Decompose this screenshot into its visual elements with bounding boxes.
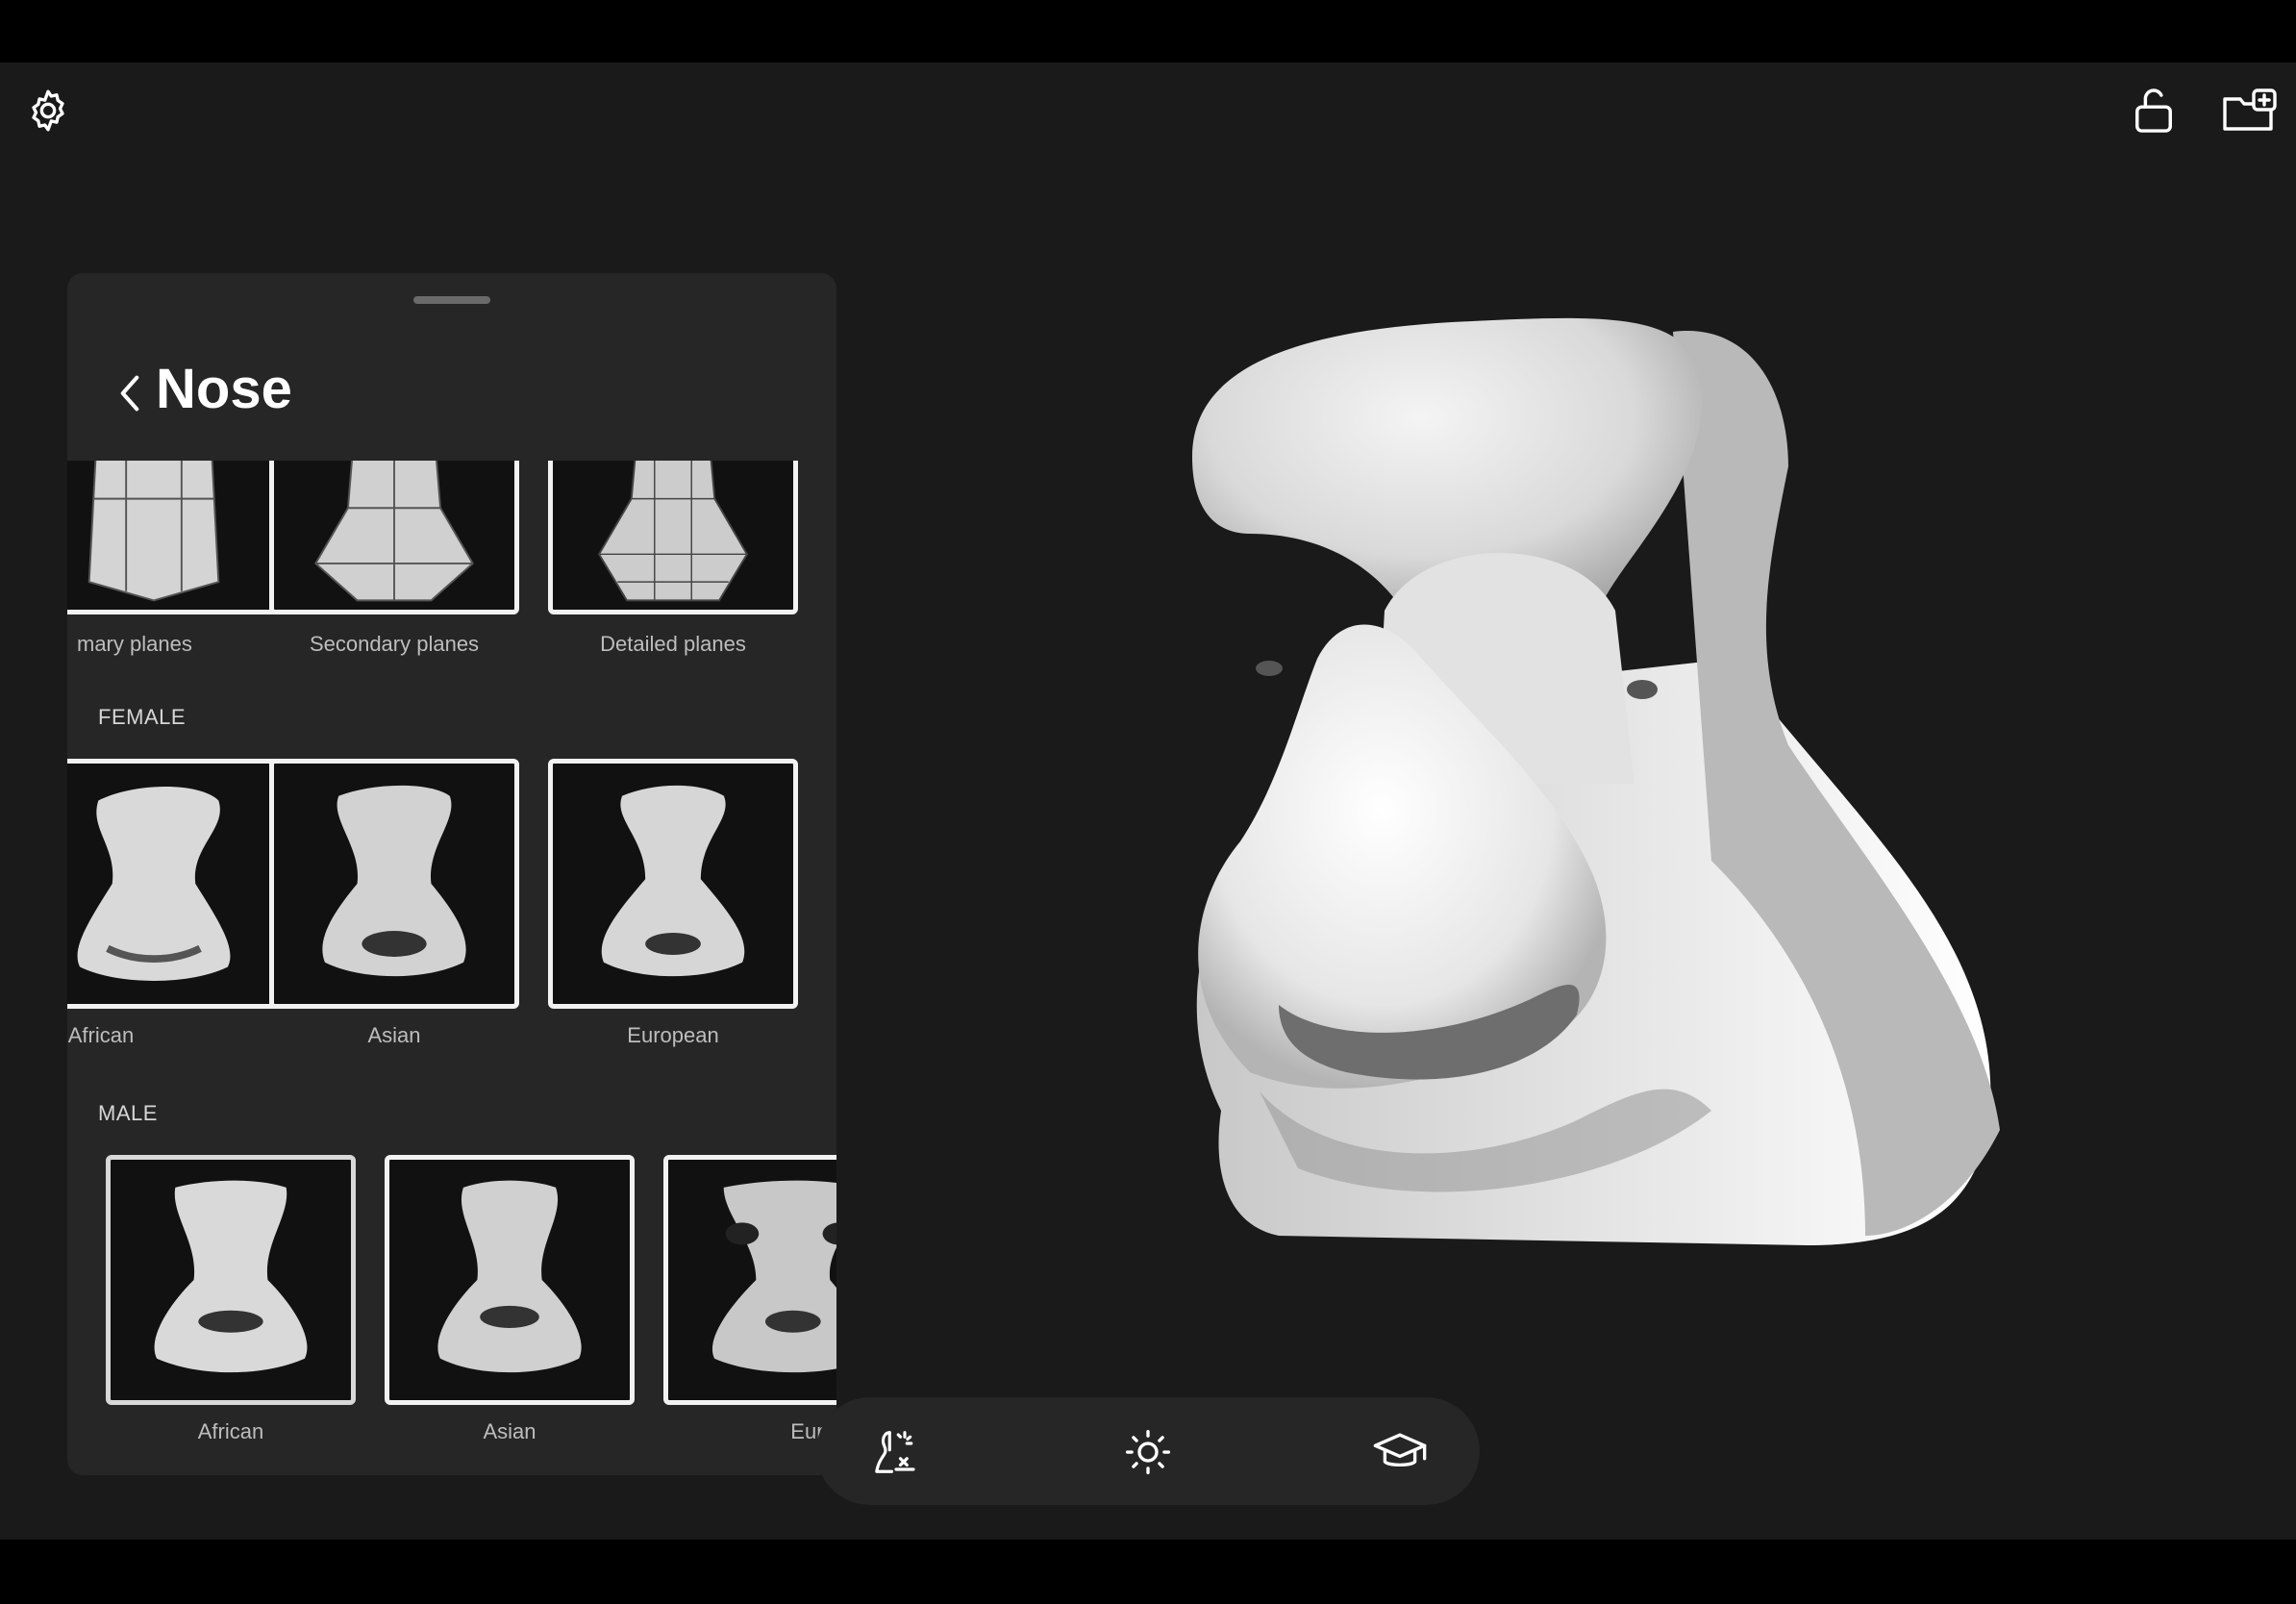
nose-thumbnail xyxy=(385,1155,635,1405)
panel-grabber-handle[interactable] xyxy=(413,296,490,304)
panel-title: Nose xyxy=(156,358,292,420)
model-adjust-icon xyxy=(875,1431,915,1473)
male-card-asian[interactable]: Asian xyxy=(385,1155,635,1443)
nose-model xyxy=(1192,317,2000,1245)
section-label-male: MALE xyxy=(98,1101,158,1125)
plane-caption: Detailed planes xyxy=(600,632,746,656)
nose-caption: Asian xyxy=(483,1419,537,1443)
model-adjust-button[interactable] xyxy=(862,1418,930,1486)
chevron-left-icon xyxy=(120,375,139,412)
gear-icon xyxy=(32,89,64,132)
nose-thumbnail xyxy=(106,1155,356,1405)
lock-button[interactable] xyxy=(2125,77,2183,144)
status-bar-top xyxy=(0,0,2296,63)
settings-button[interactable] xyxy=(19,82,77,139)
panel-header: Nose xyxy=(67,273,836,461)
status-bar-bottom xyxy=(0,1540,2296,1604)
nose-thumbnail xyxy=(663,1155,836,1405)
app-stage: Nose mary planes Secondary planes Detail… xyxy=(0,63,2296,1540)
nose-thumbnail xyxy=(269,759,519,1009)
nose-thumbnail xyxy=(548,759,798,1009)
nose-caption: European xyxy=(627,1023,719,1047)
female-card-african[interactable]: African xyxy=(67,759,279,1047)
plane-thumbnail xyxy=(548,461,798,614)
section-label-female: FEMALE xyxy=(98,705,187,729)
panel-scroll-area[interactable]: mary planes Secondary planes Detailed pl… xyxy=(67,461,836,1475)
unlock-icon xyxy=(2135,88,2172,133)
model-viewport[interactable] xyxy=(1135,245,2058,1370)
plane-caption: Secondary planes xyxy=(309,632,480,656)
female-card-european[interactable]: European xyxy=(548,759,798,1047)
nose-caption: Asian xyxy=(367,1023,421,1047)
nose-panel: Nose mary planes Secondary planes Detail… xyxy=(67,273,836,1475)
graduation-cap-icon xyxy=(1373,1433,1427,1467)
light-button[interactable] xyxy=(1114,1418,1182,1486)
plane-card-detailed[interactable]: Detailed planes xyxy=(548,461,798,656)
male-card-european[interactable]: European xyxy=(663,1155,836,1443)
female-card-asian[interactable]: Asian xyxy=(269,759,519,1047)
plane-card-primary[interactable]: mary planes xyxy=(67,461,279,656)
light-icon xyxy=(1125,1429,1171,1475)
back-button[interactable] xyxy=(106,364,154,422)
male-card-african[interactable]: African xyxy=(106,1155,356,1443)
plane-thumbnail xyxy=(67,461,279,614)
nose-thumbnail xyxy=(67,759,279,1009)
plane-thumbnail xyxy=(269,461,519,614)
plane-card-secondary[interactable]: Secondary planes xyxy=(269,461,519,656)
nose-caption: African xyxy=(197,1419,264,1443)
learn-button[interactable] xyxy=(1366,1418,1434,1486)
bottom-toolbar xyxy=(816,1397,1480,1505)
folder-add-button[interactable] xyxy=(2216,77,2284,144)
nose-caption: African xyxy=(67,1023,135,1047)
folder-add-icon xyxy=(2223,88,2277,131)
